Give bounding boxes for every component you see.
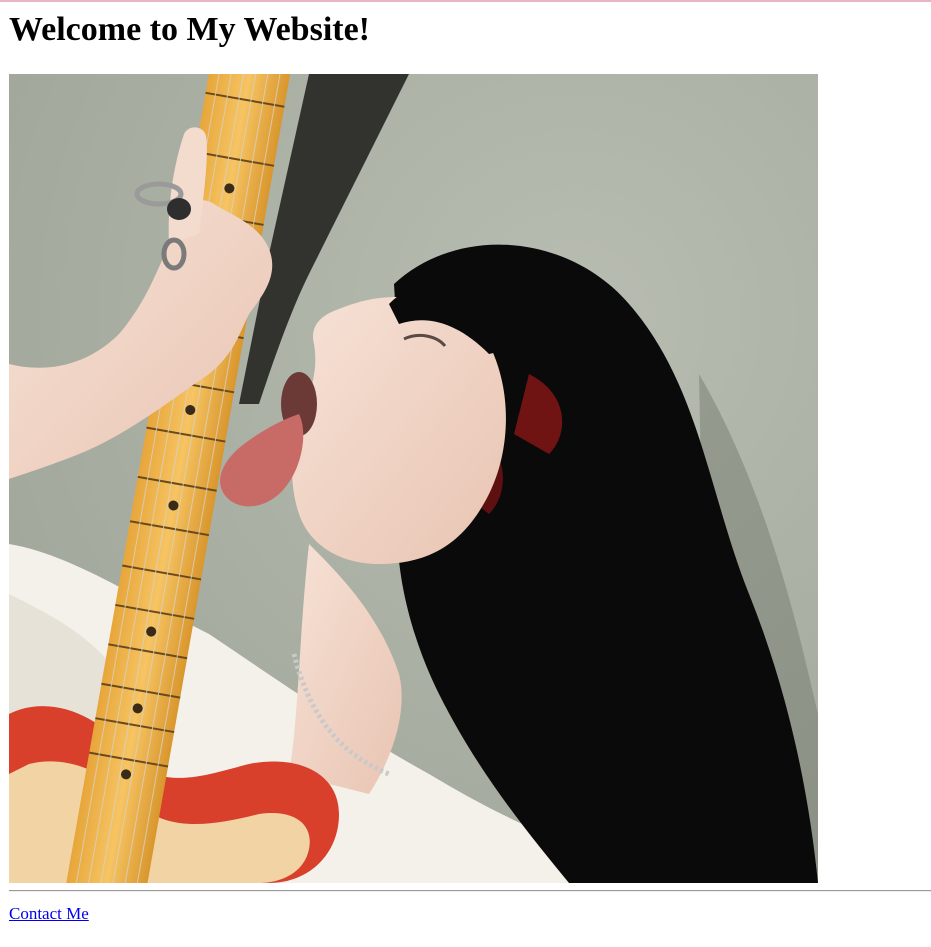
photo-illustration [9,74,818,883]
top-border [0,0,931,2]
hero-photo [9,74,818,883]
footer-divider [9,890,931,892]
page-heading: Welcome to My Website! [9,11,371,48]
contact-me-link[interactable]: Contact Me [9,903,89,925]
